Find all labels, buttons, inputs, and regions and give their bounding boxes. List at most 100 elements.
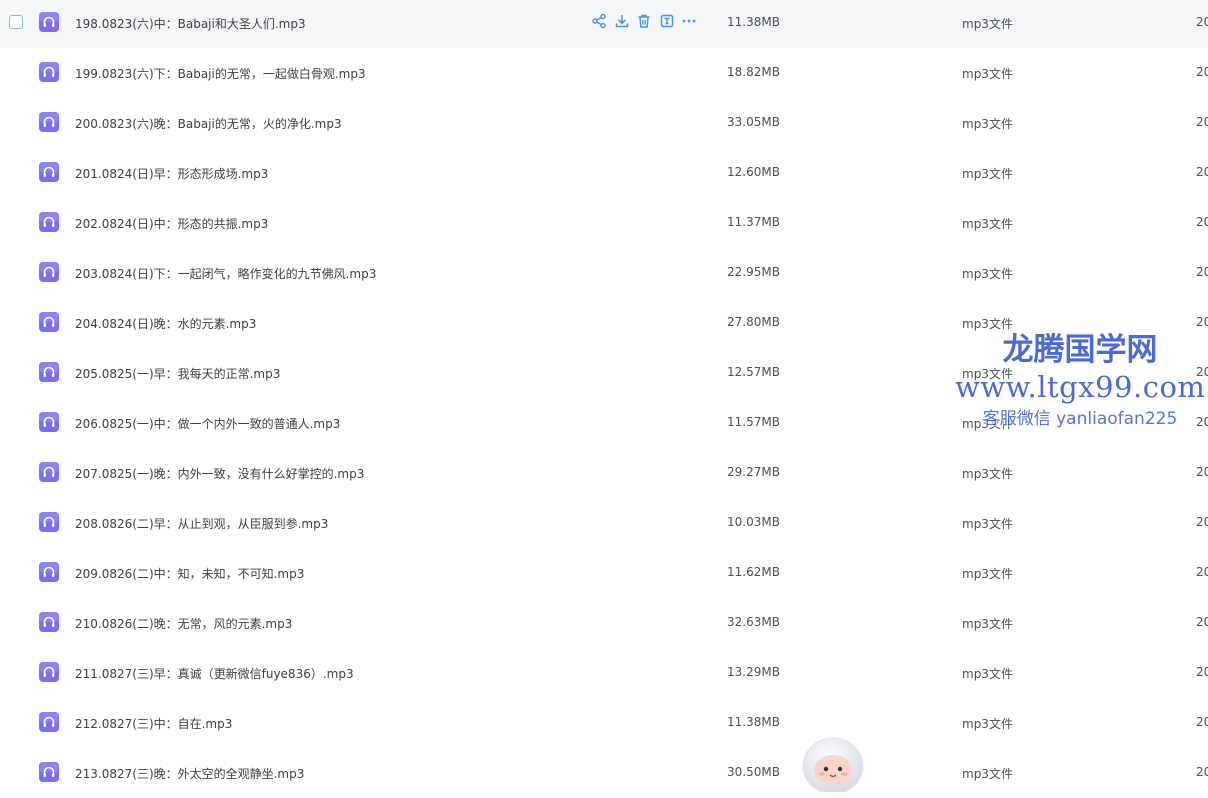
file-date: 20 — [1196, 665, 1208, 679]
file-date: 20 — [1196, 715, 1208, 729]
file-size: 11.38MB — [727, 15, 780, 29]
file-row[interactable]: 212.0827(三)中：自在.mp3 11.38MB mp3文件 20 — [0, 698, 1208, 748]
file-size: 13.29MB — [727, 665, 780, 679]
file-type: mp3文件 — [962, 317, 1013, 331]
file-size: 27.80MB — [727, 315, 780, 329]
row-actions — [591, 13, 704, 29]
file-row[interactable]: 210.0826(二)晚：无常，风的元素.mp3 32.63MB mp3文件 20 — [0, 598, 1208, 648]
file-name[interactable]: 210.0826(二)晚：无常，风的元素.mp3 — [75, 615, 292, 632]
file-type: mp3文件 — [962, 167, 1013, 181]
file-type: mp3文件 — [962, 667, 1013, 681]
file-row[interactable]: 201.0824(日)早：形态形成场.mp3 12.60MB mp3文件 20 — [0, 148, 1208, 198]
file-row[interactable]: 202.0824(日)中：形态的共振.mp3 11.37MB mp3文件 20 — [0, 198, 1208, 248]
file-type: mp3文件 — [962, 767, 1013, 781]
audio-file-icon — [39, 712, 59, 732]
file-name[interactable]: 206.0825(一)中：做一个内外一致的普通人.mp3 — [75, 415, 340, 432]
audio-file-icon — [39, 412, 59, 432]
file-type: mp3文件 — [962, 617, 1013, 631]
file-size: 33.05MB — [727, 115, 780, 129]
rename-icon[interactable] — [659, 13, 677, 29]
file-size: 11.38MB — [727, 715, 780, 729]
audio-file-icon — [39, 12, 59, 32]
file-size: 18.82MB — [727, 65, 780, 79]
file-name[interactable]: 211.0827(三)早：真诚（更新微信fuye836）.mp3 — [75, 665, 354, 682]
audio-file-icon — [39, 762, 59, 782]
file-type: mp3文件 — [962, 567, 1013, 581]
file-list: 198.0823(六)中：Babaji和大圣人们.mp3 11.38MB mp3文件… — [0, 0, 1208, 798]
file-size: 12.60MB — [727, 165, 780, 179]
audio-file-icon — [39, 162, 59, 182]
audio-file-icon — [39, 112, 59, 132]
file-name[interactable]: 209.0826(二)中：知，未知，不可知.mp3 — [75, 565, 304, 582]
file-date: 20 — [1196, 465, 1208, 479]
audio-file-icon — [39, 362, 59, 382]
file-row[interactable]: 198.0823(六)中：Babaji和大圣人们.mp3 11.38MB mp3文件… — [0, 0, 1208, 48]
file-type: mp3文件 — [962, 467, 1013, 481]
file-type: mp3文件 — [962, 417, 1013, 431]
file-date: 20 — [1196, 265, 1208, 279]
audio-file-icon — [39, 662, 59, 682]
file-size: 30.50MB — [727, 765, 780, 779]
file-row[interactable]: 206.0825(一)中：做一个内外一致的普通人.mp3 11.57MB mp3文件… — [0, 398, 1208, 448]
file-date: 20 — [1196, 215, 1208, 229]
file-type: mp3文件 — [962, 117, 1013, 131]
file-size: 12.57MB — [727, 365, 780, 379]
file-name[interactable]: 203.0824(日)下：一起闭气，略作变化的九节佛风.mp3 — [75, 265, 376, 282]
more-icon[interactable] — [681, 13, 699, 29]
file-name[interactable]: 208.0826(二)早：从止到观，从臣服到参.mp3 — [75, 515, 328, 532]
file-row[interactable]: 203.0824(日)下：一起闭气，略作变化的九节佛风.mp3 22.95MB mp… — [0, 248, 1208, 298]
file-name[interactable]: 199.0823(六)下：Babaji的无常，一起做白骨观.mp3 — [75, 65, 366, 82]
file-date: 20 — [1196, 15, 1208, 29]
file-size: 29.27MB — [727, 465, 780, 479]
audio-file-icon — [39, 212, 59, 232]
file-type: mp3文件 — [962, 517, 1013, 531]
file-type: mp3文件 — [962, 717, 1013, 731]
file-name[interactable]: 201.0824(日)早：形态形成场.mp3 — [75, 165, 268, 182]
file-size: 11.57MB — [727, 415, 780, 429]
file-date: 20 — [1196, 765, 1208, 779]
file-date: 20 — [1196, 65, 1208, 79]
file-date: 20 — [1196, 565, 1208, 579]
file-size: 10.03MB — [727, 515, 780, 529]
file-date: 20 — [1196, 115, 1208, 129]
file-row[interactable]: 200.0823(六)晚：Babaji的无常，火的净化.mp3 33.05MB mp… — [0, 98, 1208, 148]
audio-file-icon — [39, 62, 59, 82]
file-row[interactable]: 207.0825(一)晚：内外一致，没有什么好掌控的.mp3 29.27MB mp3… — [0, 448, 1208, 498]
row-checkbox[interactable] — [9, 15, 23, 29]
file-date: 20 — [1196, 365, 1208, 379]
file-type: mp3文件 — [962, 267, 1013, 281]
audio-file-icon — [39, 262, 59, 282]
file-name[interactable]: 204.0824(日)晚：水的元素.mp3 — [75, 315, 256, 332]
share-icon[interactable] — [591, 13, 609, 29]
file-date: 20 — [1196, 165, 1208, 179]
file-type: mp3文件 — [962, 17, 1013, 31]
file-name[interactable]: 198.0823(六)中：Babaji和大圣人们.mp3 — [75, 15, 306, 32]
audio-file-icon — [39, 462, 59, 482]
file-name[interactable]: 213.0827(三)晚：外太空的全观静坐.mp3 — [75, 765, 304, 782]
file-name[interactable]: 205.0825(一)早：我每天的正常.mp3 — [75, 365, 280, 382]
file-size: 11.62MB — [727, 565, 780, 579]
audio-file-icon — [39, 612, 59, 632]
file-type: mp3文件 — [962, 217, 1013, 231]
assistant-mascot-icon[interactable] — [800, 732, 868, 792]
file-row[interactable]: 205.0825(一)早：我每天的正常.mp3 12.57MB mp3文件 20 — [0, 348, 1208, 398]
file-name[interactable]: 212.0827(三)中：自在.mp3 — [75, 715, 232, 732]
audio-file-icon — [39, 512, 59, 532]
file-row[interactable]: 209.0826(二)中：知，未知，不可知.mp3 11.62MB mp3文件 20 — [0, 548, 1208, 598]
file-row[interactable]: 199.0823(六)下：Babaji的无常，一起做白骨观.mp3 18.82MB… — [0, 48, 1208, 98]
download-icon[interactable] — [614, 13, 632, 29]
file-size: 22.95MB — [727, 265, 780, 279]
file-type: mp3文件 — [962, 67, 1013, 81]
file-date: 20 — [1196, 615, 1208, 629]
file-date: 20 — [1196, 315, 1208, 329]
file-name[interactable]: 207.0825(一)晚：内外一致，没有什么好掌控的.mp3 — [75, 465, 364, 482]
file-row[interactable]: 211.0827(三)早：真诚（更新微信fuye836）.mp3 13.29MB m… — [0, 648, 1208, 698]
file-row[interactable]: 204.0824(日)晚：水的元素.mp3 27.80MB mp3文件 20 — [0, 298, 1208, 348]
delete-icon[interactable] — [636, 13, 654, 29]
file-date: 20 — [1196, 415, 1208, 429]
file-row[interactable]: 213.0827(三)晚：外太空的全观静坐.mp3 30.50MB mp3文件 20 — [0, 748, 1208, 798]
audio-file-icon — [39, 312, 59, 332]
file-row[interactable]: 208.0826(二)早：从止到观，从臣服到参.mp3 10.03MB mp3文件 2… — [0, 498, 1208, 548]
file-name[interactable]: 200.0823(六)晚：Babaji的无常，火的净化.mp3 — [75, 115, 342, 132]
file-name[interactable]: 202.0824(日)中：形态的共振.mp3 — [75, 215, 268, 232]
